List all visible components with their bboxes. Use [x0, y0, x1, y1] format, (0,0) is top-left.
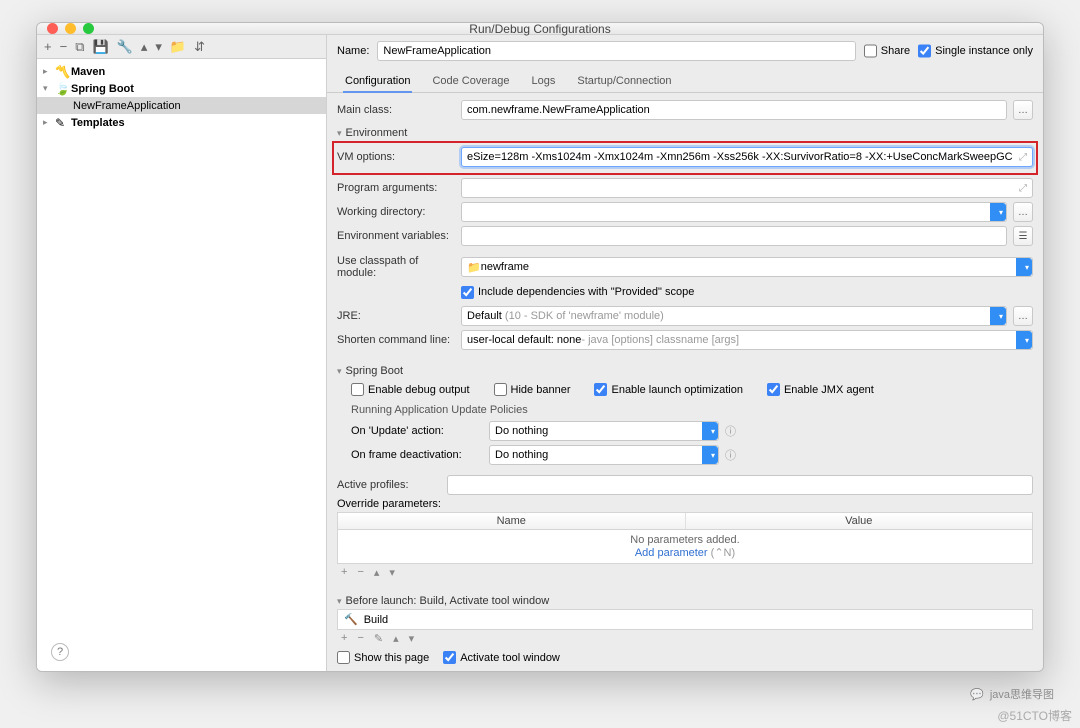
add-parameter-link[interactable]: Add parameter — [635, 547, 708, 559]
before-launch-toolbar: +−✎ ▴ ▾ — [337, 630, 1033, 647]
working-dir-label: Working directory: — [337, 206, 455, 218]
enable-launch-checkbox[interactable]: Enable launch optimization — [594, 383, 742, 396]
browse-env-var-button[interactable]: ☰ — [1013, 226, 1033, 246]
help-icon[interactable]: ⓘ — [725, 423, 736, 439]
wrench-icon[interactable]: 🔧 — [114, 39, 136, 55]
tree-item-maven[interactable]: ▸〽️Maven — [37, 63, 326, 80]
program-args-label: Program arguments: — [337, 182, 455, 194]
tab-code-coverage[interactable]: Code Coverage — [430, 71, 511, 92]
name-input[interactable] — [377, 41, 855, 61]
before-launch-section[interactable]: Before launch: Build, Activate tool wind… — [337, 595, 1033, 607]
vm-options-label: VM options: — [337, 151, 455, 163]
override-table-header: NameValue — [337, 512, 1033, 529]
tree-item-newframeapplication[interactable]: NewFrameApplication — [37, 97, 326, 114]
share-checkbox[interactable]: Share — [864, 41, 910, 61]
run-config-dialog: Run/Debug Configurations + − ⧉ 💾 🔧 ▴ ▾ 📁… — [36, 22, 1044, 672]
remove-icon[interactable]: − — [57, 39, 71, 54]
jre-label: JRE: — [337, 310, 455, 322]
before-launch-item[interactable]: 🔨Build — [337, 609, 1033, 630]
titlebar: Run/Debug Configurations — [37, 23, 1043, 35]
down-icon[interactable]: ▾ — [389, 566, 395, 579]
enable-jmx-checkbox[interactable]: Enable JMX agent — [767, 383, 874, 396]
tree-item-spring-boot[interactable]: ▾🍃Spring Boot — [37, 80, 326, 97]
program-args-input[interactable]: ⤢ — [461, 178, 1033, 198]
on-update-select[interactable]: Do nothing▾ — [489, 421, 719, 441]
show-page-checkbox[interactable]: Show this page — [337, 651, 429, 664]
up-icon[interactable]: ▴ — [138, 39, 151, 55]
activate-tool-window-checkbox[interactable]: Activate tool window — [443, 651, 560, 664]
single-instance-checkbox[interactable]: Single instance only — [918, 41, 1033, 61]
env-var-input[interactable] — [461, 226, 1007, 246]
remove-icon[interactable]: − — [357, 632, 363, 645]
tab-configuration[interactable]: Configuration — [343, 71, 412, 93]
shorten-select[interactable]: user-local default: none - java [options… — [461, 330, 1033, 350]
tab-bar: Configuration Code Coverage Logs Startup… — [327, 67, 1043, 93]
browse-main-class-button[interactable]: … — [1013, 100, 1033, 120]
help-icon[interactable]: ⓘ — [725, 447, 736, 463]
window-title: Run/Debug Configurations — [37, 22, 1043, 36]
sidebar-toolbar: + − ⧉ 💾 🔧 ▴ ▾ 📁 ⇵ — [37, 35, 326, 59]
override-label: Override parameters: — [337, 498, 1033, 510]
copy-icon[interactable]: ⧉ — [72, 39, 87, 55]
hammer-icon: 🔨 — [344, 613, 358, 626]
on-frame-label: On frame deactivation: — [351, 449, 483, 461]
jre-select[interactable]: Default (10 - SDK of 'newframe' module)▾ — [461, 306, 1007, 326]
folder-icon[interactable]: 📁 — [167, 39, 189, 55]
watermark: 💬java思维导图 — [970, 686, 1054, 702]
help-button[interactable]: ? — [51, 643, 69, 661]
spring-boot-section[interactable]: Spring Boot — [337, 365, 1033, 377]
up-icon[interactable]: ▴ — [374, 566, 380, 579]
environment-section[interactable]: Environment — [337, 127, 1033, 139]
edit-icon[interactable]: ✎ — [374, 632, 383, 645]
up-icon[interactable]: ▴ — [393, 632, 399, 645]
env-var-label: Environment variables: — [337, 230, 455, 242]
browse-working-dir-button[interactable]: … — [1013, 202, 1033, 222]
down-icon[interactable]: ▾ — [152, 39, 165, 55]
add-icon[interactable]: + — [341, 632, 347, 645]
expand-icon[interactable]: ⤢ — [1019, 183, 1027, 194]
hide-banner-checkbox[interactable]: Hide banner — [494, 383, 571, 396]
config-panel: Name: Share Single instance only Configu… — [327, 35, 1043, 672]
active-profiles-input[interactable] — [447, 475, 1033, 495]
credit-text: @51CTO博客 — [997, 707, 1072, 724]
collapse-icon[interactable]: ⇵ — [191, 39, 208, 55]
expand-icon[interactable]: ⤢ — [1019, 152, 1027, 163]
vm-options-input[interactable]: eSize=128m -Xms1024m -Xmx1024m -Xmn256m … — [461, 147, 1033, 167]
tab-logs[interactable]: Logs — [530, 71, 558, 92]
vm-options-highlight: VM options: eSize=128m -Xms1024m -Xmx102… — [332, 141, 1038, 175]
main-class-label: Main class: — [337, 104, 455, 116]
classpath-select[interactable]: 📁 newframe▾ — [461, 257, 1033, 277]
config-tree: ▸〽️Maven ▾🍃Spring Boot NewFrameApplicati… — [37, 59, 326, 672]
on-update-label: On 'Update' action: — [351, 425, 483, 437]
name-label: Name: — [337, 45, 369, 57]
on-frame-select[interactable]: Do nothing▾ — [489, 445, 719, 465]
working-dir-input[interactable]: ▾ — [461, 202, 1007, 222]
tree-item-templates[interactable]: ▸✎Templates — [37, 114, 326, 131]
enable-debug-checkbox[interactable]: Enable debug output — [351, 383, 470, 396]
add-icon[interactable]: + — [41, 39, 55, 54]
wechat-icon: 💬 — [970, 688, 984, 701]
remove-icon[interactable]: − — [357, 566, 363, 579]
active-profiles-label: Active profiles: — [337, 479, 441, 491]
sidebar: + − ⧉ 💾 🔧 ▴ ▾ 📁 ⇵ ▸〽️Maven ▾🍃Spring Boot… — [37, 35, 327, 672]
override-table-body: No parameters added. Add parameter (⌃N) — [337, 529, 1033, 564]
save-icon[interactable]: 💾 — [89, 39, 111, 55]
down-icon[interactable]: ▾ — [409, 632, 415, 645]
policies-label: Running Application Update Policies — [337, 404, 1033, 416]
browse-jre-button[interactable]: … — [1013, 306, 1033, 326]
add-icon[interactable]: + — [341, 566, 347, 579]
include-provided-checkbox[interactable]: Include dependencies with "Provided" sco… — [461, 286, 694, 299]
shorten-label: Shorten command line: — [337, 334, 455, 346]
param-toolbar: +−▴ ▾ — [337, 564, 1033, 581]
main-class-input[interactable]: com.newframe.NewFrameApplication — [461, 100, 1007, 120]
tab-startup-connection[interactable]: Startup/Connection — [575, 71, 673, 92]
classpath-label: Use classpath of module: — [337, 255, 455, 279]
